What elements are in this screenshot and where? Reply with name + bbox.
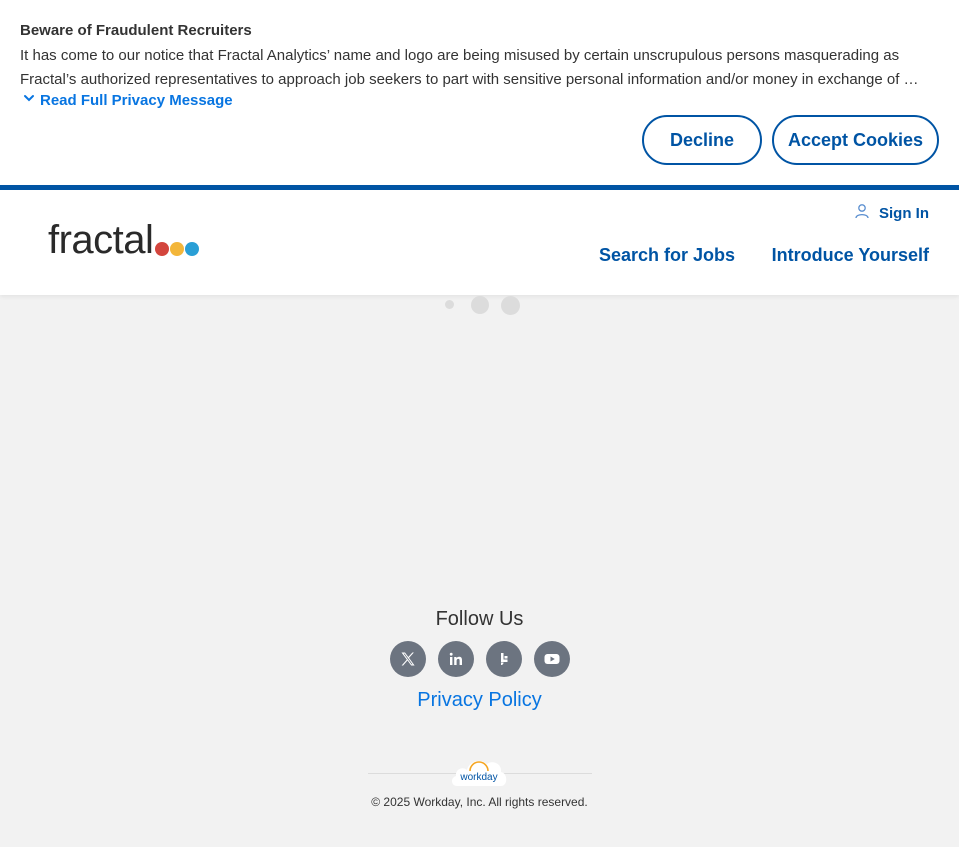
follow-us-heading: Follow Us (435, 608, 524, 630)
youtube-icon[interactable] (534, 641, 570, 677)
x-icon[interactable] (390, 641, 426, 677)
linkedin-icon[interactable] (438, 641, 474, 677)
sign-in-label: Sign In (879, 204, 929, 222)
logo-wordmark: fractal (48, 218, 154, 262)
nav-introduce-yourself[interactable]: Introduce Yourself (772, 245, 929, 266)
loader-dot (445, 300, 454, 309)
logo-dot-yellow (170, 242, 185, 256)
cookie-banner: Beware of Fraudulent Recruiters It has c… (0, 0, 959, 185)
social-links (390, 641, 570, 677)
read-more-label: Read Full Privacy Message (40, 91, 233, 109)
copyright-text: © 2025 Workday, Inc. All rights reserved… (371, 795, 588, 809)
decline-button[interactable]: Decline (642, 115, 762, 165)
user-icon (854, 203, 870, 223)
workday-logo-text: workday (459, 772, 497, 783)
fractal-logo[interactable]: fractal (48, 218, 200, 262)
sign-in-link[interactable]: Sign In (854, 203, 929, 223)
banner-message: It has come to our notice that Fractal A… (20, 47, 919, 88)
glassdoor-icon[interactable] (486, 641, 522, 677)
accept-cookies-button[interactable]: Accept Cookies (772, 115, 939, 165)
site-header: fractal Sign In Search for Jobs Introduc… (0, 185, 959, 295)
privacy-policy-link-container: Privacy Policy (0, 689, 959, 712)
logo-dots (155, 242, 200, 256)
nav-search-for-jobs[interactable]: Search for Jobs (599, 245, 735, 266)
workday-logo: workday (449, 752, 509, 788)
banner-title: Beware of Fraudulent Recruiters (20, 22, 252, 39)
loading-indicator (445, 295, 525, 315)
loader-dot (501, 296, 520, 315)
privacy-policy-link[interactable]: Privacy Policy (417, 689, 541, 711)
chevron-down-icon (22, 91, 36, 109)
loader-dot (471, 296, 489, 314)
logo-dot-red (155, 242, 170, 256)
logo-dot-blue (185, 242, 200, 256)
read-full-privacy-message-link[interactable]: Read Full Privacy Message (22, 91, 233, 109)
